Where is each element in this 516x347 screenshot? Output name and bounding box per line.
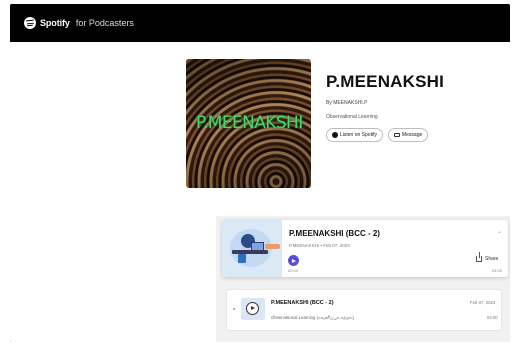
message-button[interactable]: Message (387, 128, 429, 142)
featured-episode-meta: P.MEENAKSHI • Feb 07, 2023 (289, 243, 350, 248)
show-category: Observational Learning (326, 114, 378, 120)
featured-episode-card[interactable]: P.MEENAKSHI (BCC - 2) P.MEENAKSHI • Feb … (222, 220, 508, 277)
episode-thumbnail[interactable] (241, 298, 265, 320)
play-circle-icon (246, 302, 259, 315)
show-page: P.MEENAKSHI P.MEENAKSHI By MEENAKSHI.P O… (10, 42, 510, 342)
episodes-section: P.MEENAKSHI (BCC - 2) P.MEENAKSHI • Feb … (216, 216, 510, 342)
app-frame: Spotify for Podcasters P.MEENAKSHI P.MEE… (10, 4, 510, 342)
top-bar: Spotify for Podcasters (10, 4, 510, 42)
brand-name: Spotify (40, 18, 70, 28)
show-title: P.MEENAKSHI (326, 72, 445, 91)
episode-list-item[interactable]: P.MEENAKSHI (BCC - 2) Observational Lear… (226, 289, 502, 331)
show-cover-art: P.MEENAKSHI (186, 59, 311, 188)
message-icon (393, 133, 400, 137)
episode-subtitle: Observational Learning (கவனிப்புக் கற்றல… (271, 315, 354, 320)
episode-artwork (222, 220, 282, 277)
episode-date: Feb 07, 2023 (470, 300, 496, 305)
show-author[interactable]: By MEENAKSHI.P (326, 100, 367, 106)
cover-text: P.MEENAKSHI (196, 113, 303, 133)
share-icon (476, 252, 482, 262)
collapse-icon[interactable]: ⌄ (497, 228, 502, 235)
total-duration: 04:00 (492, 268, 503, 273)
message-label: Message (401, 132, 423, 138)
spotify-icon (332, 132, 338, 138)
episode-title[interactable]: P.MEENAKSHI (BCC - 2) (271, 300, 334, 306)
elapsed-time: 00:00 (288, 268, 299, 273)
featured-episode-title[interactable]: P.MEENAKSHI (BCC - 2) (289, 229, 380, 238)
bullet-icon (233, 308, 235, 310)
share-label: Share (485, 256, 499, 262)
show-actions: Listen on Spotify Message (326, 128, 429, 142)
brand-logo-link[interactable]: Spotify for Podcasters (24, 16, 134, 30)
listen-on-spotify-button[interactable]: Listen on Spotify (326, 128, 383, 142)
spotify-logo-icon (24, 17, 36, 29)
listen-label: Listen on Spotify (340, 132, 377, 138)
brand-suffix: for Podcasters (75, 18, 134, 28)
episode-duration: 04:00 (487, 315, 498, 320)
play-button[interactable] (288, 255, 299, 266)
share-button[interactable]: Share (476, 252, 499, 262)
